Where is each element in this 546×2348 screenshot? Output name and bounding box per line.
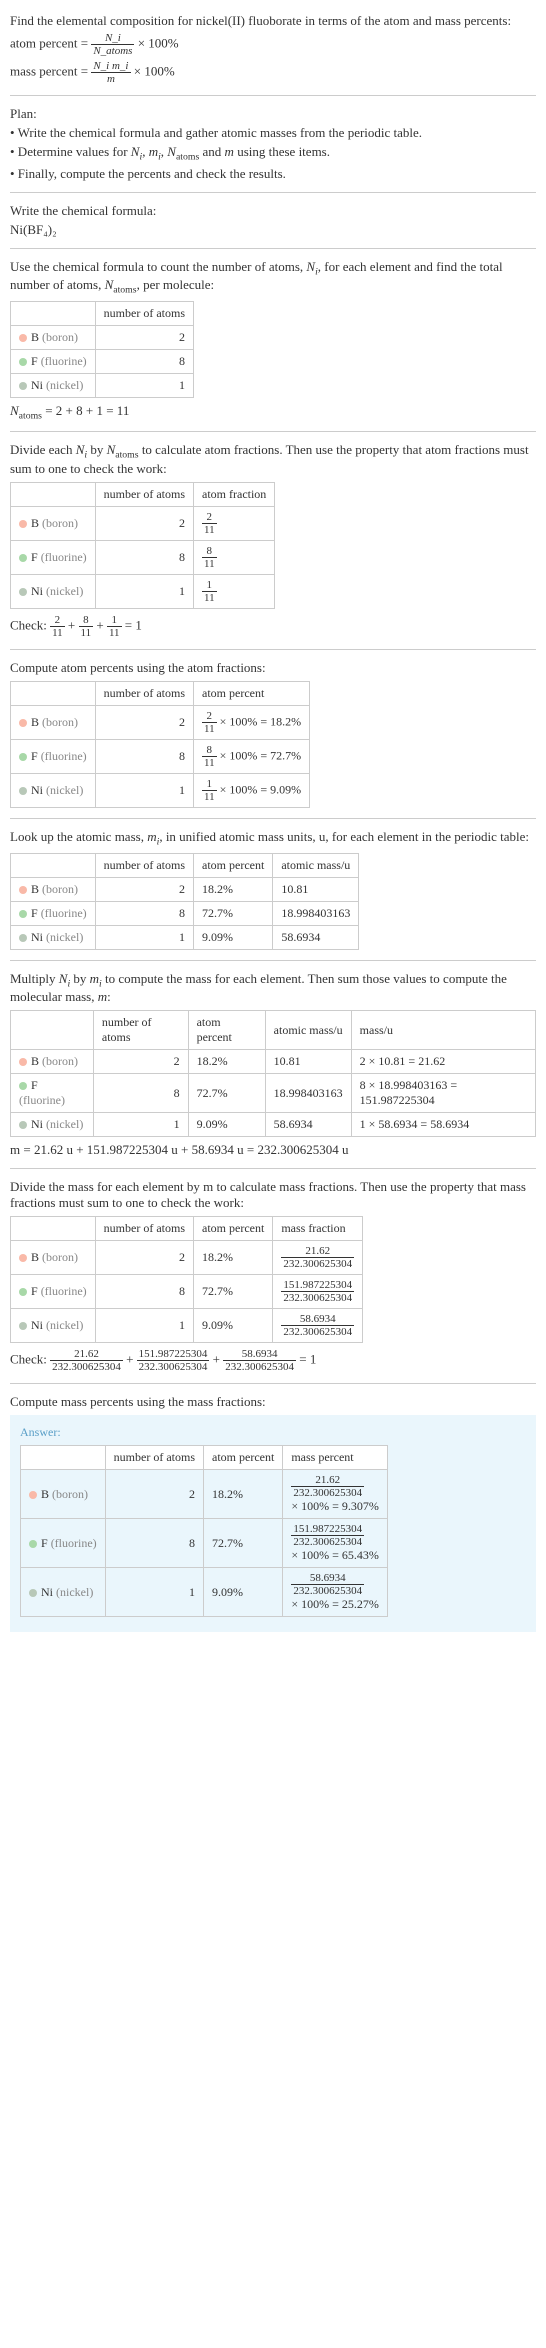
masspct-title: Compute mass percents using the mass fra… (10, 1394, 536, 1410)
table-row: B (boron)218.2%21.62232.300625304× 100% … (21, 1470, 388, 1519)
count-atoms: Use the chemical formula to count the nu… (10, 259, 536, 422)
plan: Plan: • Write the chemical formula and g… (10, 106, 536, 182)
nickel-icon (29, 1589, 37, 1597)
table-row: B (boron)2211 (11, 506, 275, 540)
answer-box: Answer: number of atomsatom percentmass … (10, 1415, 536, 1632)
nickel-icon (19, 588, 27, 596)
fluorine-icon (19, 554, 27, 562)
answer-label: Answer: (20, 1425, 526, 1440)
boron-icon (19, 334, 27, 342)
table-header: number of atomsatom percentatomic mass/u… (11, 1011, 536, 1050)
fluorine-icon (19, 1082, 27, 1090)
mass-percents: Compute mass percents using the mass fra… (10, 1394, 536, 1632)
atomicmass-table: number of atomsatom percentatomic mass/u… (10, 853, 359, 950)
count-title: Use the chemical formula to count the nu… (10, 259, 536, 296)
table-row: F (fluorine)8811 (11, 540, 275, 574)
boron-icon (19, 520, 27, 528)
table-row: B (boron)218.2%21.62232.300625304 (11, 1241, 363, 1275)
table-header: number of atoms (11, 301, 194, 325)
nickel-icon (19, 1322, 27, 1330)
table-header: number of atomsatom fraction (11, 482, 275, 506)
table-row: Ni (nickel)1111 × 100% = 9.09% (11, 773, 310, 807)
plan-title: Plan: (10, 106, 536, 122)
fluorine-icon (19, 910, 27, 918)
natoms-sum: Natoms = 2 + 8 + 1 = 11 (10, 403, 536, 422)
atomfrac-title: Divide each Ni by Natoms to calculate at… (10, 442, 536, 477)
divider (10, 192, 536, 193)
divider (10, 1168, 536, 1169)
atoms-table: number of atoms B (boron)2 F (fluorine)8… (10, 301, 194, 398)
table-row: F (fluorine)872.7%151.987225304232.30062… (11, 1275, 363, 1309)
table-row: Ni (nickel)19.09%58.6934232.300625304× 1… (21, 1568, 388, 1617)
boron-icon (19, 886, 27, 894)
table-row: B (boron)218.2%10.81 (11, 877, 359, 901)
plan-l1: • Write the chemical formula and gather … (10, 125, 536, 141)
divider (10, 95, 536, 96)
divider (10, 960, 536, 961)
chemical-formula: Write the chemical formula: Ni(BF₄)₂ (10, 203, 536, 238)
molecular-mass: Multiply Ni by mi to compute the mass fo… (10, 971, 536, 1159)
massfrac-check: Check: 21.62232.300625304 + 151.98722530… (10, 1348, 536, 1373)
table-header: number of atomsatom percent (11, 681, 310, 705)
atomfrac-check: Check: 211 + 811 + 111 = 1 (10, 614, 536, 639)
molmass-table: number of atomsatom percentatomic mass/u… (10, 1010, 536, 1137)
table-header: number of atomsatom percentmass fraction (11, 1217, 363, 1241)
table-row: F (fluorine)872.7%151.987225304232.30062… (21, 1519, 388, 1568)
divider (10, 431, 536, 432)
table-row: Ni (nickel)1111 (11, 574, 275, 608)
formula-value: Ni(BF₄)₂ (10, 222, 536, 238)
table-row: Ni (nickel)19.09%58.69341 × 58.6934 = 58… (11, 1113, 536, 1137)
table-header: number of atomsatom percentatomic mass/u (11, 853, 359, 877)
table-row: Ni (nickel)1 (11, 373, 194, 397)
table-header: number of atomsatom percentmass percent (21, 1446, 388, 1470)
fluorine-icon (19, 358, 27, 366)
table-row: Ni (nickel)19.09%58.6934 (11, 925, 359, 949)
atom-percent-formula: atom percent = N_iN_atoms × 100% (10, 32, 536, 57)
divider (10, 818, 536, 819)
divider (10, 248, 536, 249)
table-row: F (fluorine)872.7%18.9984031638 × 18.998… (11, 1074, 536, 1113)
divider (10, 1383, 536, 1384)
mass-fractions: Divide the mass for each element by m to… (10, 1179, 536, 1373)
molmass-sum: m = 21.62 u + 151.987225304 u + 58.6934 … (10, 1142, 536, 1158)
intro-title: Find the elemental composition for nicke… (10, 13, 536, 29)
table-row: B (boron)2 (11, 325, 194, 349)
massfrac-title: Divide the mass for each element by m to… (10, 1179, 536, 1211)
molmass-title: Multiply Ni by mi to compute the mass fo… (10, 971, 536, 1006)
table-row: B (boron)218.2%10.812 × 10.81 = 21.62 (11, 1050, 536, 1074)
table-row: F (fluorine)8 (11, 349, 194, 373)
table-row: B (boron)2211 × 100% = 18.2% (11, 705, 310, 739)
masspct-table: number of atomsatom percentmass percent … (20, 1445, 388, 1617)
nickel-icon (19, 382, 27, 390)
table-row: F (fluorine)872.7%18.998403163 (11, 901, 359, 925)
atomicmass-title: Look up the atomic mass, mi, in unified … (10, 829, 536, 848)
divider (10, 649, 536, 650)
nickel-icon (19, 787, 27, 795)
plan-l2: • Determine values for Ni, mi, Natoms an… (10, 144, 536, 163)
atomic-mass: Look up the atomic mass, mi, in unified … (10, 829, 536, 950)
nickel-icon (19, 1121, 27, 1129)
atomfrac-table: number of atomsatom fraction B (boron)22… (10, 482, 275, 609)
atompct-title: Compute atom percents using the atom fra… (10, 660, 536, 676)
boron-icon (19, 719, 27, 727)
boron-icon (19, 1254, 27, 1262)
boron-icon (29, 1491, 37, 1499)
fluorine-icon (29, 1540, 37, 1548)
atompct-table: number of atomsatom percent B (boron)221… (10, 681, 310, 808)
massfrac-table: number of atomsatom percentmass fraction… (10, 1216, 363, 1343)
plan-l3: • Finally, compute the percents and chec… (10, 166, 536, 182)
table-row: Ni (nickel)19.09%58.6934232.300625304 (11, 1309, 363, 1343)
fluorine-icon (19, 1288, 27, 1296)
atom-fractions: Divide each Ni by Natoms to calculate at… (10, 442, 536, 639)
intro: Find the elemental composition for nicke… (10, 13, 536, 85)
table-row: F (fluorine)8811 × 100% = 72.7% (11, 739, 310, 773)
atom-percents: Compute atom percents using the atom fra… (10, 660, 536, 808)
mass-percent-formula: mass percent = N_i m_im × 100% (10, 60, 536, 85)
fluorine-icon (19, 753, 27, 761)
nickel-icon (19, 934, 27, 942)
boron-icon (19, 1058, 27, 1066)
formula-title: Write the chemical formula: (10, 203, 536, 219)
